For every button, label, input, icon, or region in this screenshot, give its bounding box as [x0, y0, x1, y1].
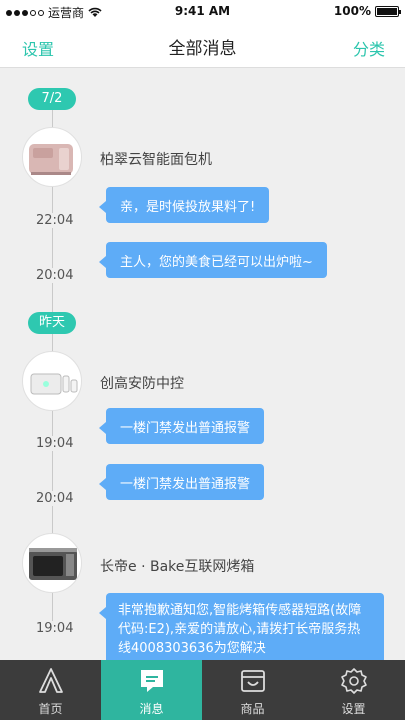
device-avatar-oven[interactable] [22, 533, 82, 593]
message-time: 19:04 [35, 436, 75, 451]
tab-bar: 首页 消息 商品 设置 [0, 660, 405, 720]
nav-bar: 设置 全部消息 分类 [0, 22, 405, 68]
gear-icon [341, 668, 367, 694]
device-name: 柏翠云智能面包机 [100, 152, 212, 168]
tab-label: 消息 [139, 702, 164, 716]
message-bubble[interactable]: 一楼门禁发出普通报警 [98, 464, 265, 500]
battery-percent: 100% [333, 4, 371, 18]
message-time: 22:04 [35, 213, 75, 228]
tab-label: 首页 [38, 702, 63, 716]
device-avatar-bread-maker[interactable] [22, 127, 82, 187]
message-bubble[interactable]: 非常抱歉通知您,智能烤箱传感器短路(故障代码:E2),亲爱的请放心,请拨打长帝服… [99, 593, 384, 660]
message-time: 20:04 [35, 268, 75, 283]
date-badge: 昨天 [28, 312, 76, 334]
battery-icon [375, 5, 401, 17]
message-time: 19:04 [35, 621, 75, 636]
message-bubble[interactable]: 主人，您的美食已经可以出炉啦~ [99, 242, 327, 278]
message-icon [141, 670, 163, 692]
tab-messages[interactable]: 消息 [101, 660, 202, 720]
page-title: 全部消息 [168, 39, 237, 59]
tab-products[interactable]: 商品 [202, 660, 303, 720]
device-name: 创高安防中控 [100, 376, 184, 392]
home-icon [39, 668, 63, 693]
status-bar: 运营商 9:41 AM 100% [0, 0, 405, 22]
tab-label: 商品 [240, 702, 265, 716]
category-link[interactable]: 分类 [353, 36, 385, 60]
tab-settings[interactable]: 设置 [303, 660, 404, 720]
tab-label: 设置 [341, 702, 366, 716]
message-bubble[interactable]: 亲，是时候投放果料了! [98, 187, 270, 223]
security-hub-icon [30, 373, 78, 395]
device-avatar-security-hub[interactable] [22, 351, 82, 411]
device-name: 长帝e · Bake互联网烤箱 [100, 559, 255, 575]
message-timeline[interactable]: 7/2 柏翠云智能面包机 亲，是时候投放果料了! 22:04 主人，您的美食已经… [0, 68, 405, 660]
shop-icon [241, 670, 265, 692]
date-badge: 7/2 [28, 88, 76, 110]
message-bubble[interactable]: 一楼门禁发出普通报警 [98, 408, 265, 444]
oven-icon [29, 548, 77, 580]
tab-home[interactable]: 首页 [0, 660, 101, 720]
bread-maker-icon [29, 144, 73, 175]
message-time: 20:04 [35, 491, 75, 506]
